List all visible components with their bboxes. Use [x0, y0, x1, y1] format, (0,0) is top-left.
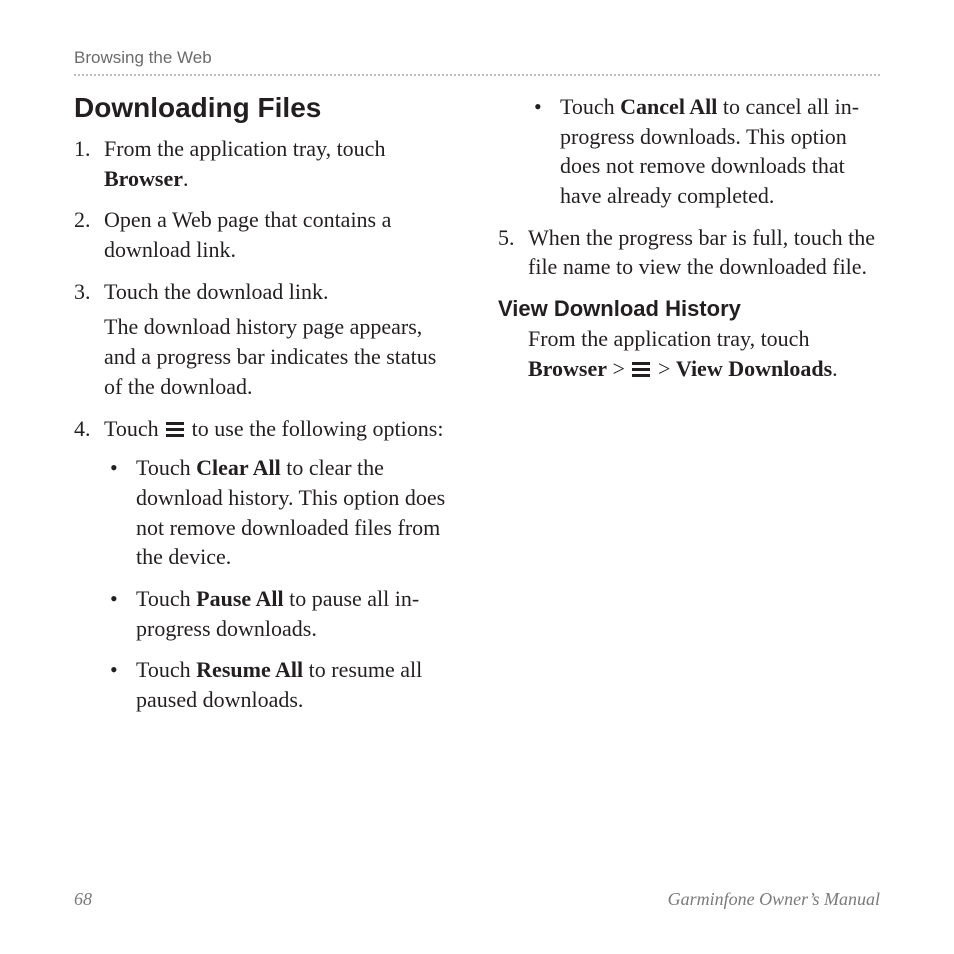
- step-body: When the progress bar is full, touch the…: [528, 223, 880, 282]
- content-columns: Downloading Files 1. From the applicatio…: [74, 92, 880, 739]
- bullet-cancel-all: • Touch Cancel All to cancel all in-prog…: [528, 92, 880, 211]
- bullet-body: Touch Resume All to resume all paused do…: [136, 655, 456, 714]
- step-number: 5.: [498, 223, 528, 282]
- section-title: Downloading Files: [74, 92, 456, 124]
- text: Touch: [136, 586, 196, 611]
- text: Touch: [104, 416, 164, 441]
- text: >: [652, 356, 675, 381]
- options-bullets-left: • Touch Clear All to clear the download …: [104, 453, 456, 715]
- menu-icon: [166, 422, 184, 437]
- running-header: Browsing the Web: [74, 48, 880, 76]
- bullet-resume-all: • Touch Resume All to resume all paused …: [104, 655, 456, 714]
- bullet-body: Touch Pause All to pause all in-progress…: [136, 584, 456, 643]
- step-follow-text: The download history page appears, and a…: [104, 312, 456, 401]
- text: From the application tray, touch: [104, 136, 385, 161]
- bullet-pause-all: • Touch Pause All to pause all in-progre…: [104, 584, 456, 643]
- text: Touch: [136, 657, 196, 682]
- bullet-mark: •: [104, 655, 136, 714]
- step-body: Open a Web page that contains a download…: [104, 205, 456, 264]
- subsection-title: View Download History: [498, 296, 880, 322]
- bold: Clear All: [196, 455, 281, 480]
- bold: Resume All: [196, 657, 303, 682]
- step-3: 3. Touch the download link. The download…: [74, 277, 456, 402]
- manual-page: Browsing the Web Downloading Files 1. Fr…: [0, 0, 954, 954]
- bullet-mark: •: [528, 92, 560, 211]
- step-2: 2. Open a Web page that contains a downl…: [74, 205, 456, 264]
- bullet-clear-all: • Touch Clear All to clear the download …: [104, 453, 456, 572]
- step-4: 4. Touch to use the following options: •…: [74, 414, 456, 727]
- bold: Pause All: [196, 586, 283, 611]
- bullet-mark: •: [104, 584, 136, 643]
- step-body: From the application tray, touch Browser…: [104, 134, 456, 193]
- text: Touch: [136, 455, 196, 480]
- text: From the application tray, touch: [528, 326, 809, 351]
- text: to use the following options:: [186, 416, 443, 441]
- step-number: 2.: [74, 205, 104, 264]
- step-body: Touch to use the following options: • To…: [104, 414, 456, 727]
- text: Touch: [560, 94, 620, 119]
- text: Open a Web page that contains a download…: [104, 207, 391, 262]
- step-number: 1.: [74, 134, 104, 193]
- bullet-body: Touch Clear All to clear the download hi…: [136, 453, 456, 572]
- bold: Cancel All: [620, 94, 717, 119]
- right-column: • Touch Cancel All to cancel all in-prog…: [498, 92, 880, 739]
- text: .: [183, 166, 189, 191]
- page-number: 68: [74, 889, 92, 910]
- text: .: [832, 356, 838, 381]
- bullet-body: Touch Cancel All to cancel all in-progre…: [560, 92, 880, 211]
- step-body: Touch the download link. The download hi…: [104, 277, 456, 402]
- step-5: 5. When the progress bar is full, touch …: [498, 223, 880, 282]
- step-number: 4.: [74, 414, 104, 727]
- steps-list-right: 5. When the progress bar is full, touch …: [498, 223, 880, 282]
- bold: View Downloads: [676, 356, 832, 381]
- subsection-body: From the application tray, touch Browser…: [498, 324, 880, 383]
- options-bullets-right: • Touch Cancel All to cancel all in-prog…: [498, 92, 880, 211]
- step-1: 1. From the application tray, touch Brow…: [74, 134, 456, 193]
- bold: Browser: [528, 356, 607, 381]
- bullet-mark: •: [104, 453, 136, 572]
- steps-list-left: 1. From the application tray, touch Brow…: [74, 134, 456, 727]
- page-footer: 68 Garminfone Owner’s Manual: [74, 889, 880, 910]
- manual-title: Garminfone Owner’s Manual: [668, 889, 880, 910]
- bold: Browser: [104, 166, 183, 191]
- text: Touch the download link.: [104, 279, 329, 304]
- text: >: [607, 356, 630, 381]
- menu-icon: [632, 362, 650, 377]
- step-number: 3.: [74, 277, 104, 402]
- left-column: Downloading Files 1. From the applicatio…: [74, 92, 456, 739]
